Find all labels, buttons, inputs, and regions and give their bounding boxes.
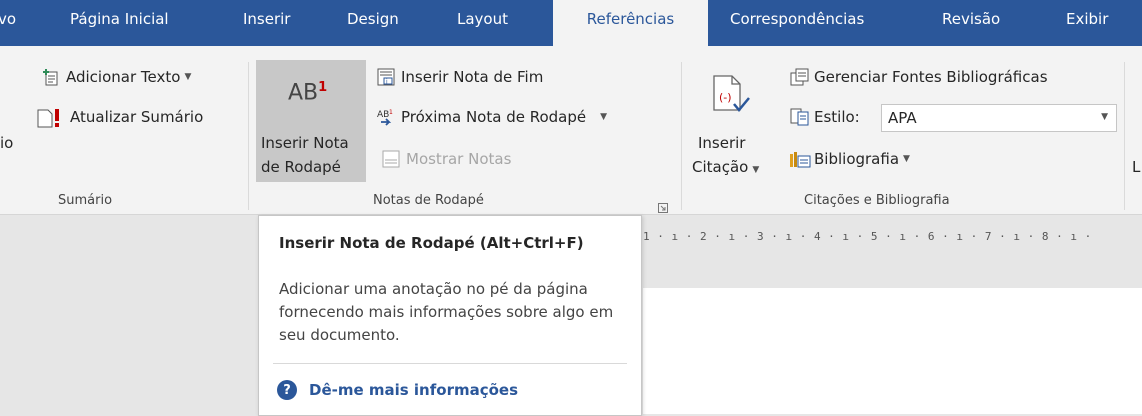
tell-me-more-link[interactable]: ? Dê-me mais informações [277,380,518,400]
inserir-citacao-button[interactable]: (-) Inserir Citação ▼ [690,60,770,182]
tooltip-title: Inserir Nota de Rodapé (Alt+Ctrl+F) [279,234,584,252]
help-icon: ? [277,380,297,400]
document-page[interactable] [643,288,1142,414]
dialog-launcher-icon[interactable] [658,198,668,213]
manage-sources-icon [790,68,809,86]
tab-arquivo[interactable]: vo [0,0,16,46]
mostrar-notas-label: Mostrar Notas [406,150,512,168]
sumario-group-label: Sumário [58,193,113,208]
chevron-down-icon[interactable]: ▼ [600,112,607,122]
inserir-citacao-line1: Inserir [698,134,746,152]
group-separator [1124,62,1125,210]
estilo-select[interactable]: APA ▼ [881,104,1117,132]
tab-design[interactable]: Design [347,0,399,46]
citacoes-group-label: Citações e Bibliografia [804,193,950,208]
tooltip-inserir-nota-rodape: Inserir Nota de Rodapé (Alt+Ctrl+F) Adic… [258,215,642,416]
insert-citation-icon: (-) [710,70,750,122]
tooltip-divider [273,363,627,364]
gerenciar-fontes-label: Gerenciar Fontes Bibliográficas [814,68,1048,86]
tab-layout[interactable]: Layout [457,0,508,46]
chevron-down-icon: ▼ [752,165,760,175]
ribbon-panel: io Adicionar Texto ▼ Atualizar Sumário S… [0,46,1142,215]
update-toc-icon [36,108,64,128]
horizontal-ruler[interactable]: 1 · ı · 2 · ı · 3 · ı · 4 · ı · 5 · ı · … [643,230,1142,248]
tab-correspondencias[interactable]: Correspondências [730,0,864,46]
group-separator [248,62,249,210]
tab-exibir[interactable]: Exibir [1066,0,1108,46]
tell-me-more-label: Dê-me mais informações [309,381,519,399]
notas-group-label: Notas de Rodapé [373,193,484,208]
tab-inserir[interactable]: Inserir [243,0,290,46]
add-text-icon [42,68,60,86]
footnote-icon: AB1 [288,80,327,105]
adicionar-texto-label: Adicionar Texto [66,68,181,86]
mostrar-notas-button[interactable]: Mostrar Notas [382,150,511,168]
tooltip-description: Adicionar uma anotação no pé da página f… [279,280,614,344]
tab-pagina-inicial[interactable]: Página Inicial [70,0,169,46]
next-footnote-icon: AB 1 [377,108,395,126]
ribbon-tab-bar: vo Página Inicial Inserir Design Layout … [0,0,1142,46]
next-group-partial-label[interactable]: L [1132,158,1140,176]
inserir-nota-line2: de Rodapé [261,158,341,176]
footnote-icon-text: AB [288,80,319,106]
style-icon [790,108,809,126]
estilo-row: Estilo: [790,108,860,126]
inserir-nota-rodape-button[interactable]: AB1 Inserir Nota de Rodapé [256,60,366,182]
inserir-citacao-line2-wrap: Citação ▼ [692,158,759,176]
inserir-nota-fim-label: Inserir Nota de Fim [401,68,544,86]
svg-text:(-): (-) [719,91,732,104]
inserir-nota-line1: Inserir Nota [261,134,349,152]
sumario-partial-label[interactable]: io [0,134,13,152]
tab-revisao[interactable]: Revisão [942,0,1000,46]
proxima-nota-button[interactable]: AB 1 Próxima Nota de Rodapé ▼ [377,108,607,126]
gerenciar-fontes-button[interactable]: Gerenciar Fontes Bibliográficas [790,68,1048,86]
chevron-down-icon: ▼ [184,72,192,82]
show-notes-icon [382,150,400,168]
svg-text:AB: AB [377,110,389,120]
atualizar-sumario-label: Atualizar Sumário [70,108,204,126]
atualizar-sumario-button[interactable]: Atualizar Sumário [36,108,204,128]
chevron-down-icon: ▼ [903,154,910,164]
estilo-label: Estilo: [814,108,860,126]
proxima-nota-label: Próxima Nota de Rodapé [401,108,587,126]
svg-text:1: 1 [389,109,393,116]
bibliografia-label: Bibliografia [814,150,900,168]
inserir-citacao-line2: Citação [692,158,749,176]
inserir-nota-fim-button[interactable]: i Inserir Nota de Fim [377,68,543,86]
footnote-icon-superscript: 1 [318,80,328,95]
bibliografia-button[interactable]: Bibliografia ▼ [790,150,910,168]
endnote-icon: i [377,68,395,86]
estilo-select-value: APA [888,109,917,127]
bibliography-icon [790,150,811,168]
group-separator [681,62,682,210]
adicionar-texto-button[interactable]: Adicionar Texto ▼ [42,68,191,86]
tab-referencias[interactable]: Referências [553,0,708,46]
chevron-down-icon[interactable]: ▼ [1101,112,1108,122]
